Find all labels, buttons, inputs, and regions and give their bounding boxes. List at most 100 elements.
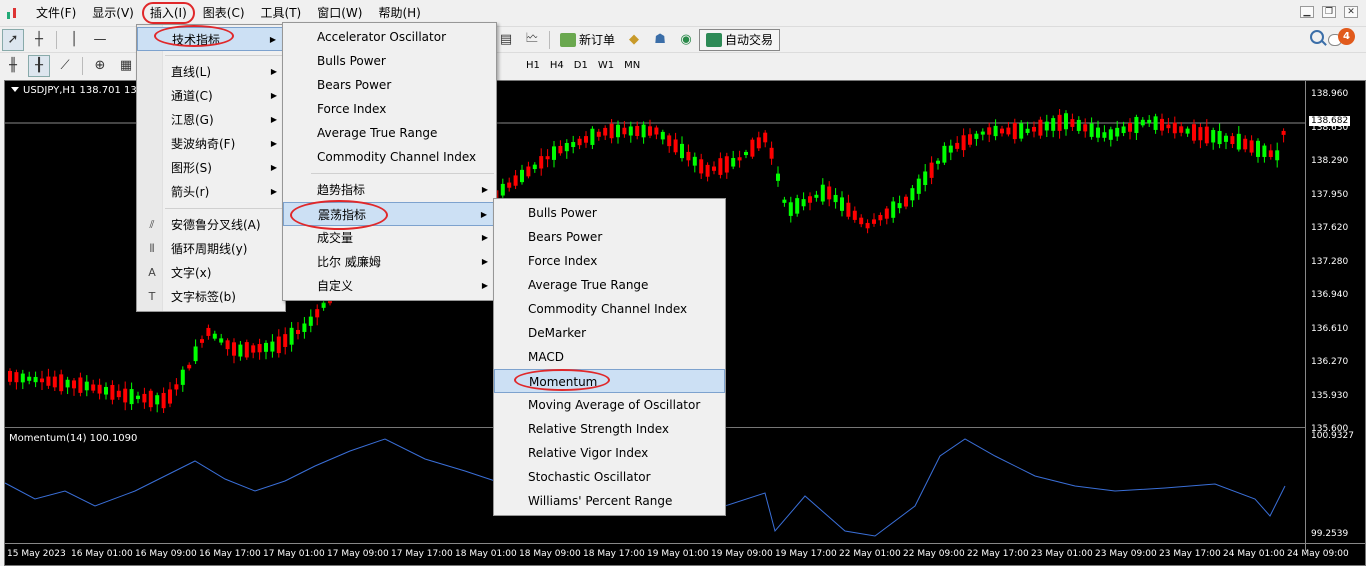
indicators-menu-item[interactable]: Force Index [283, 97, 496, 121]
price-tick-label: 137.950 [1311, 189, 1349, 200]
chart-window-icon[interactable]: 🗠 [521, 29, 543, 51]
indicators-menu-item[interactable]: Bears Power [283, 73, 496, 97]
candle-body [782, 199, 787, 203]
oscillators-menu-item[interactable]: Bears Power [494, 225, 725, 249]
auto-trading-button[interactable]: 自动交易 [699, 28, 781, 51]
menu-4[interactable]: 工具(T) [253, 2, 310, 24]
insert-menu-item[interactable]: 箭头(r) ▶ [137, 180, 285, 204]
time-axis[interactable]: 15 May 2023 16 May 01:00 16 May 09:00 16 Ma… [5, 543, 1365, 565]
oscillators-menu-item[interactable]: Bulls Power [494, 201, 725, 225]
menu-3[interactable]: 图表(C) [195, 2, 253, 24]
oscillators-menu-item-label: Stochastic Oscillator [528, 470, 651, 484]
indicators-menu-item[interactable]: Average True Range [283, 121, 496, 145]
insert-menu-item[interactable]: 斐波纳奇(F) ▶ [137, 132, 285, 156]
candle-body [1166, 124, 1171, 129]
insert-menu-item[interactable]: 通道(C) ▶ [137, 84, 285, 108]
indicators-menu-item[interactable]: 趋势指标 ▶ [283, 178, 496, 202]
submenu-arrow-icon: ▶ [481, 233, 488, 242]
vertical-line-icon[interactable]: │ [63, 29, 85, 51]
app-chart-icon[interactable] [6, 6, 22, 20]
submenu-arrow-icon: ▶ [481, 185, 488, 194]
timeframe-button[interactable]: MN [619, 56, 645, 76]
horizontal-line-icon[interactable]: — [89, 29, 111, 51]
insert-menu-item[interactable]: 图形(S) ▶ [137, 156, 285, 180]
time-tick-label: 22 May 17:00 [967, 549, 1029, 559]
insert-menu-item[interactable]: T 文字标签(b) [137, 285, 285, 309]
oscillators-menu-item[interactable]: Moving Average of Oscillator [494, 393, 725, 417]
candle-body [315, 309, 320, 318]
candle-body [654, 127, 659, 135]
menu-6[interactable]: 帮助(H) [370, 2, 428, 24]
candlestick-chart-icon[interactable]: ╂ [28, 54, 50, 77]
oscillators-menu-item[interactable]: Williams' Percent Range [494, 489, 725, 513]
restore-icon[interactable]: ❐ [1322, 6, 1336, 18]
indicators-menu-item[interactable]: 成交量 ▶ [283, 226, 496, 250]
insert-menu-item[interactable]: ⦀ 循环周期线(y) [137, 237, 285, 261]
profile-icon[interactable]: ▤ [495, 29, 517, 51]
menu-separator [165, 55, 283, 56]
oscillators-menu-item[interactable]: Average True Range [494, 273, 725, 297]
bar-chart-icon[interactable]: ╫ [2, 55, 24, 77]
market-watch-icon[interactable]: ◆ [623, 29, 645, 51]
candle-body [1204, 126, 1209, 144]
oscillators-menu-item[interactable]: Momentum [494, 369, 725, 393]
cursor-icon[interactable]: ➚ [2, 28, 24, 51]
menu-5[interactable]: 窗口(W) [309, 2, 370, 24]
crosshair-icon[interactable]: ┼ [28, 29, 50, 51]
close-icon[interactable]: ✕ [1344, 6, 1358, 18]
candle-body [225, 340, 230, 350]
timeframe-button[interactable]: H4 [545, 56, 569, 76]
insert-menu-item[interactable]: 技术指标 ▶ [137, 27, 285, 51]
candle-body [756, 137, 761, 149]
timeframe-button[interactable]: W1 [593, 56, 619, 76]
new-order-button[interactable]: 新订单 [554, 29, 621, 51]
oscillators-menu-item[interactable]: Relative Strength Index [494, 417, 725, 441]
oscillators-menu-item[interactable]: Commodity Channel Index [494, 297, 725, 321]
menu-0[interactable]: 文件(F) [28, 2, 84, 24]
indicators-menu-item[interactable]: 比尔 威廉姆 ▶ [283, 250, 496, 274]
navigator-icon[interactable]: ☗ [649, 29, 671, 51]
insert-menu-item[interactable]: 直线(L) ▶ [137, 60, 285, 84]
insert-menu-item[interactable]: A 文字(x) [137, 261, 285, 285]
timeframe-button[interactable]: H1 [521, 56, 545, 76]
toolbar-divider [82, 56, 83, 75]
time-tick-label: 22 May 09:00 [903, 549, 965, 559]
oscillators-menu-item-label: Bulls Power [528, 206, 597, 220]
search-icon[interactable] [1310, 30, 1324, 44]
price-axis[interactable]: 138.960 138.630 138.290 137.950 137.620 137.2… [1305, 81, 1365, 551]
candle-body [552, 146, 556, 160]
zoom-in-icon[interactable]: ⊕ [89, 55, 111, 77]
timeframe-button[interactable]: D1 [569, 56, 593, 76]
candle-body [808, 196, 812, 203]
insert-menu-item[interactable]: ⫽ 安德鲁分叉线(A) [137, 213, 285, 237]
oscillators-menu-item[interactable]: MACD [494, 345, 725, 369]
oscillators-menu-item[interactable]: Relative Vigor Index [494, 441, 725, 465]
signals-icon[interactable]: ◉ [675, 29, 697, 51]
indicators-menu-item[interactable]: Accelerator Oscillator [283, 25, 496, 49]
oscillators-menu-item[interactable]: DeMarker [494, 321, 725, 345]
candle-body [289, 327, 294, 345]
candle-body [891, 201, 896, 218]
candle-body [129, 389, 134, 405]
insert-menu-item[interactable]: 江恩(G) ▶ [137, 108, 285, 132]
oscillators-menu-item[interactable]: Force Index [494, 249, 725, 273]
oscillators-menu-item[interactable]: Stochastic Oscillator [494, 465, 725, 489]
minimize-icon[interactable]: ▁ [1300, 6, 1314, 18]
menu-1[interactable]: 显示(V) [84, 2, 142, 24]
collapse-triangle-icon[interactable] [11, 87, 19, 92]
tile-windows-icon[interactable]: ▦ [115, 55, 137, 77]
notifications-button[interactable]: 4 [1328, 28, 1358, 50]
line-chart-icon[interactable]: ⟋ [54, 55, 76, 77]
indicators-menu-item[interactable]: 自定义 ▶ [283, 274, 496, 298]
menu-2[interactable]: 插入(I) [141, 2, 195, 24]
candle-body [212, 333, 217, 339]
indicators-menu-item[interactable]: Bulls Power [283, 49, 496, 73]
cycle-lines-icon: ⦀ [149, 242, 155, 255]
candle-body [795, 198, 800, 214]
candle-body [206, 327, 211, 336]
indicators-menu-item[interactable]: 震荡指标 ▶ [283, 202, 496, 226]
submenu-arrow-icon: ▶ [269, 35, 276, 44]
indicators-menu-item[interactable]: Commodity Channel Index [283, 145, 496, 169]
candle-body [744, 151, 748, 156]
time-tick-label: 22 May 01:00 [839, 549, 901, 559]
